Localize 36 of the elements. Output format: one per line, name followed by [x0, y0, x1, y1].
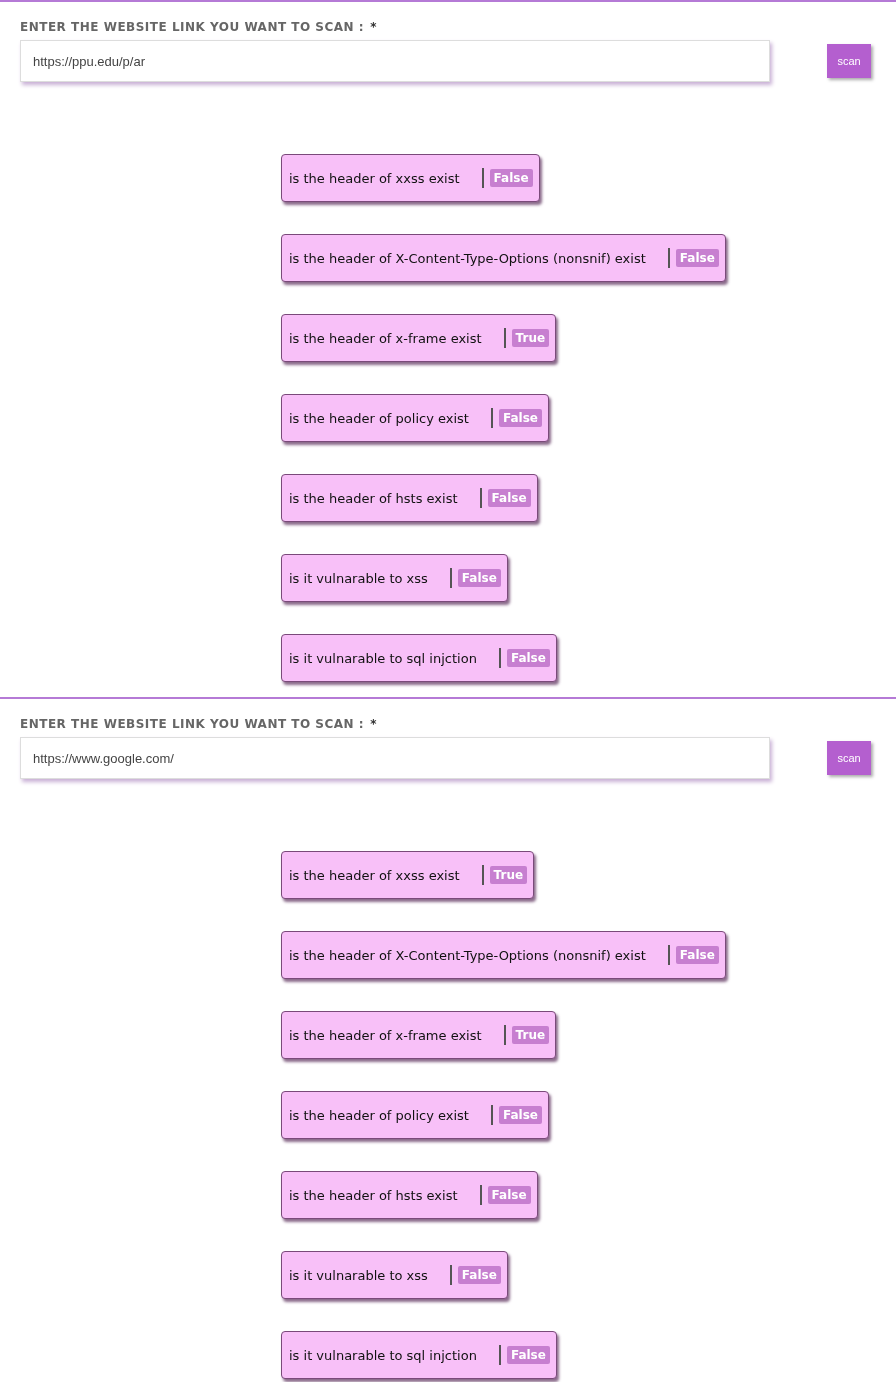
result-question: is the header of hsts exist: [289, 1187, 458, 1203]
result-answer: False: [675, 249, 719, 267]
result-answer: False: [489, 169, 533, 187]
result-answer: False: [498, 409, 542, 427]
result-answer: False: [506, 1346, 550, 1364]
url-input-field[interactable]: https://ppu.edu/p/ar: [20, 40, 770, 82]
result-question: is it vulnarable to xss: [289, 570, 428, 586]
result-question: is the header of X-Content-Type-Options (nonsnif) exist: [289, 250, 646, 266]
field-label: ENTER THE WEBSITE LINK YOU WANT TO SCAN :: [20, 717, 365, 731]
url-input-field[interactable]: https://www.google.com/: [20, 737, 770, 779]
required-mark: *: [370, 20, 377, 34]
result-question: is the header of policy exist: [289, 410, 469, 426]
result-question: is the header of x-frame exist: [289, 1027, 482, 1043]
scan-button[interactable]: scan: [827, 741, 871, 775]
result-answer: True: [489, 866, 528, 884]
result-question: is the header of X-Content-Type-Options (nonsnif) exist: [289, 947, 646, 963]
result-answer: True: [511, 329, 550, 347]
result-answer: False: [675, 946, 719, 964]
result-question: is the header of xxss exist: [289, 170, 460, 186]
result-question: is it vulnarable to sql injction: [289, 1347, 477, 1363]
result-answer: False: [487, 1186, 531, 1204]
scan-button[interactable]: scan: [827, 44, 871, 78]
result-answer: False: [498, 1106, 542, 1124]
result-question: is it vulnarable to sql injction: [289, 650, 477, 666]
result-question: is the header of x-frame exist: [289, 330, 482, 346]
result-question: is the header of hsts exist: [289, 490, 458, 506]
result-answer: False: [457, 569, 501, 587]
field-label: ENTER THE WEBSITE LINK YOU WANT TO SCAN :: [20, 20, 365, 34]
result-question: is the header of xxss exist: [289, 867, 460, 883]
result-answer: False: [457, 1266, 501, 1284]
result-question: is it vulnarable to xss: [289, 1267, 428, 1283]
required-mark: *: [370, 717, 377, 731]
result-question: is the header of policy exist: [289, 1107, 469, 1123]
result-answer: False: [487, 489, 531, 507]
result-answer: True: [511, 1026, 550, 1044]
result-answer: False: [506, 649, 550, 667]
